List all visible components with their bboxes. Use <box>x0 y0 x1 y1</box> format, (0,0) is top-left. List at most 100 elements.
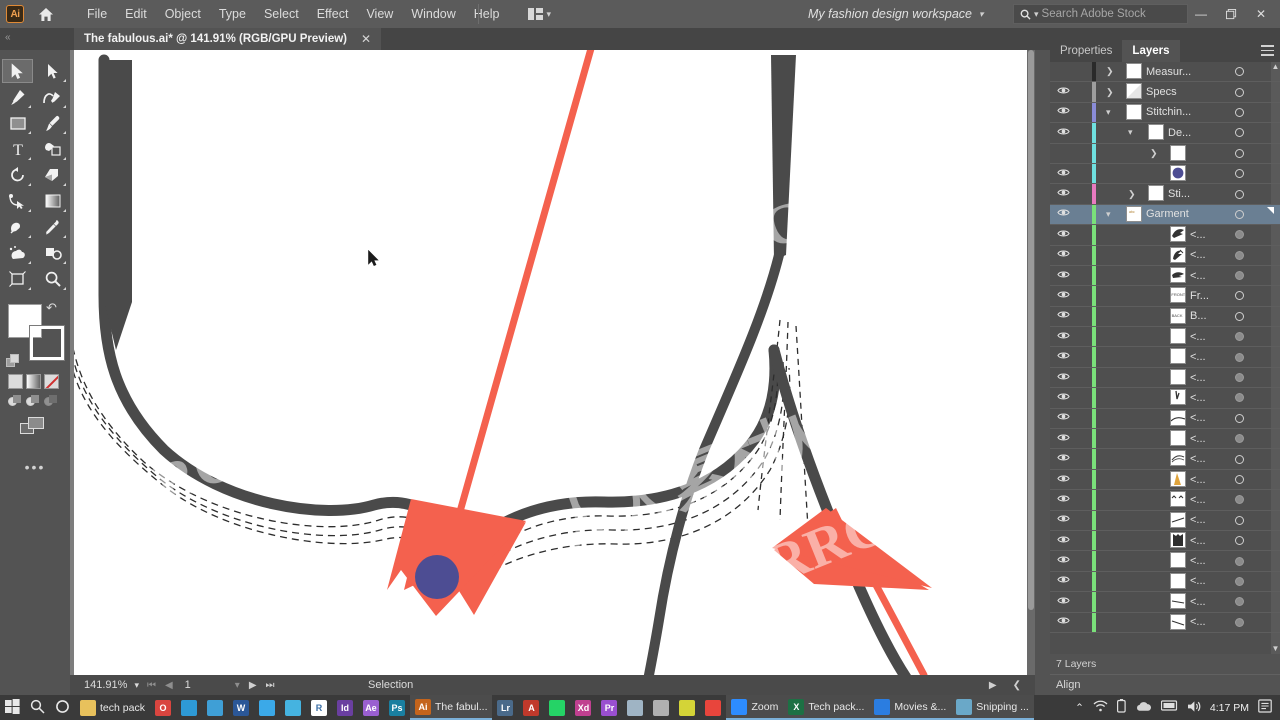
layer-thumbnail[interactable] <box>1148 185 1164 202</box>
layer-thumbnail[interactable] <box>1170 450 1186 467</box>
layer-thumbnail[interactable] <box>1170 389 1186 406</box>
first-artboard-button[interactable]: ⏮ <box>147 680 156 691</box>
menu-window[interactable]: Window <box>402 3 464 25</box>
menu-view[interactable]: View <box>357 3 402 25</box>
rotate-tool[interactable] <box>2 163 33 187</box>
layer-target-circle[interactable] <box>1235 67 1244 77</box>
layer-target-circle[interactable] <box>1235 271 1244 281</box>
taskbar-item-clo3d-app[interactable] <box>622 695 648 720</box>
chevron-right-icon[interactable]: ❯ <box>1106 66 1114 77</box>
layer-thumbnail[interactable] <box>1170 572 1186 589</box>
layer-target-circle[interactable] <box>1235 393 1244 403</box>
layer-row[interactable]: <... <box>1050 510 1280 531</box>
layer-row[interactable]: <... <box>1050 469 1280 491</box>
layer-name[interactable]: <... <box>1190 331 1206 343</box>
panel-menu-icon[interactable] <box>1261 45 1274 59</box>
layer-visibility-toggle[interactable] <box>1050 229 1076 241</box>
shape-builder-tool[interactable] <box>37 137 68 161</box>
layer-name[interactable]: <... <box>1190 453 1206 465</box>
layer-name[interactable]: Specs <box>1146 86 1177 98</box>
color-mode-none[interactable] <box>44 374 59 389</box>
layer-thumbnail[interactable] <box>1170 552 1186 569</box>
collapse-panel-icon[interactable]: « <box>5 32 10 43</box>
layer-row[interactable]: <... <box>1050 225 1280 246</box>
layer-thumbnail[interactable] <box>1170 246 1186 263</box>
taskbar-item-microsoft-word[interactable]: W <box>228 695 254 720</box>
layer-thumbnail[interactable] <box>1148 124 1164 141</box>
artboard[interactable]: RRCG 人人素材 RRCG 人人素材 RRCG 人人素材 RRCG RRCG <box>70 50 1032 675</box>
taskbar-item-telegram-app[interactable] <box>280 695 306 720</box>
zoom-tool[interactable] <box>37 267 68 291</box>
warp-tool[interactable] <box>2 215 33 239</box>
scroll-down-icon[interactable]: ▼ <box>1271 644 1280 653</box>
layer-thumbnail[interactable] <box>1170 511 1186 528</box>
taskbar-item-adobe-lightroom[interactable]: Lr <box>492 695 518 720</box>
layer-visibility-toggle[interactable] <box>1050 168 1076 180</box>
symbol-sprayer-tool[interactable] <box>2 241 33 265</box>
layer-name[interactable]: <... <box>1190 412 1206 424</box>
layer-row[interactable]: ▾ Stitchin... <box>1050 102 1280 124</box>
default-fill-stroke-icon[interactable] <box>6 354 20 368</box>
status-menu-button[interactable]: ▶ <box>989 680 997 691</box>
draw-behind-icon[interactable] <box>26 395 41 409</box>
layer-name[interactable]: Sti... <box>1168 188 1190 200</box>
layer-target-circle[interactable] <box>1235 495 1244 505</box>
layer-thumbnail[interactable] <box>1170 328 1186 345</box>
layer-target-circle[interactable] <box>1235 148 1244 158</box>
layer-thumbnail[interactable]: BACK <box>1170 307 1186 324</box>
workspace-switcher[interactable]: My fashion design workspace ▾ <box>808 0 984 28</box>
layer-row[interactable]: <... <box>1050 612 1280 633</box>
layer-thumbnail[interactable] <box>1170 470 1186 487</box>
edit-toolbar-icon[interactable]: ••• <box>0 459 70 475</box>
taskbar-item-adobe-illustrator[interactable]: Ai The fabul... <box>409 695 493 720</box>
layer-visibility-toggle[interactable] <box>1050 188 1076 200</box>
layer-visibility-toggle[interactable] <box>1050 270 1076 282</box>
layer-target-circle[interactable] <box>1235 189 1244 199</box>
layer-target-circle[interactable] <box>1235 311 1244 321</box>
taskbar-item-adobe-acrobat[interactable]: A <box>518 695 544 720</box>
volume-icon[interactable] <box>1187 700 1201 716</box>
layer-row[interactable]: ▾ De... <box>1050 123 1280 144</box>
layer-thumbnail[interactable] <box>1170 144 1186 161</box>
layer-target-circle[interactable] <box>1235 597 1244 607</box>
layer-thumbnail[interactable]: abc <box>1126 205 1142 222</box>
last-artboard-button[interactable]: ⏭ <box>266 680 275 691</box>
layer-row[interactable]: BACK B... <box>1050 306 1280 328</box>
taskbar-item-adobe-premiere[interactable]: Pr <box>596 695 622 720</box>
layer-name[interactable]: <... <box>1190 351 1206 363</box>
chevron-right-icon[interactable]: ❯ <box>1106 87 1114 98</box>
layer-row[interactable]: <... <box>1050 449 1280 470</box>
taskbar-item-revit-app[interactable]: R <box>306 695 332 720</box>
layer-visibility-toggle[interactable] <box>1050 596 1076 608</box>
layer-row[interactable]: <... <box>1050 530 1280 552</box>
layer-row[interactable]: <... <box>1050 490 1280 511</box>
layer-visibility-toggle[interactable] <box>1050 106 1076 118</box>
layer-target-circle[interactable] <box>1235 128 1244 138</box>
layer-name[interactable]: <... <box>1190 433 1206 445</box>
swap-fill-stroke-icon[interactable]: ↶ <box>46 300 57 316</box>
eraser-tool[interactable] <box>37 163 68 187</box>
layer-visibility-toggle[interactable] <box>1050 372 1076 384</box>
layer-name[interactable]: <... <box>1190 372 1206 384</box>
layer-target-circle[interactable] <box>1235 332 1244 342</box>
screen-mode-icon[interactable] <box>20 417 46 437</box>
layer-target-circle[interactable] <box>1235 536 1244 546</box>
draw-inside-icon[interactable] <box>44 395 59 409</box>
menu-help[interactable]: Help <box>465 3 509 25</box>
taskbar-item-excel-techpack[interactable]: X Tech pack... <box>783 695 870 720</box>
layer-visibility-toggle[interactable] <box>1050 616 1076 628</box>
layer-row[interactable]: ▾ abc Garment <box>1050 204 1280 226</box>
chevron-right-icon[interactable]: ❯ <box>1150 148 1158 159</box>
menu-file[interactable]: File <box>78 3 116 25</box>
color-mode-gradient[interactable] <box>26 374 41 389</box>
taskbar-item-movies-tv[interactable]: Movies &... <box>869 695 952 720</box>
color-mode-solid[interactable] <box>8 374 23 389</box>
menu-type[interactable]: Type <box>210 3 255 25</box>
layer-visibility-toggle[interactable] <box>1050 412 1076 424</box>
layer-visibility-toggle[interactable] <box>1050 208 1076 220</box>
layer-name[interactable]: <... <box>1190 514 1206 526</box>
chevron-down-icon[interactable]: ▾ <box>235 680 240 691</box>
layer-name[interactable]: <... <box>1190 616 1206 628</box>
tab-layers[interactable]: Layers <box>1122 40 1180 62</box>
layers-list[interactable]: ▲ ▼ ❯ Measur... ❯ Specs ▾ Stitchin... ▾ De... ❯ ❯… <box>1050 62 1280 654</box>
